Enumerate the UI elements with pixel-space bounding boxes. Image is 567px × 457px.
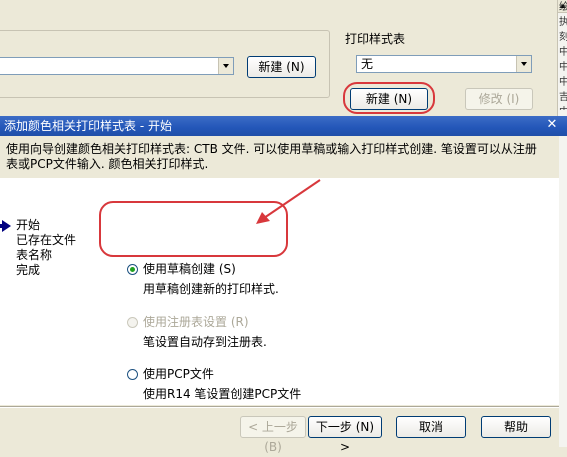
modify-button[interactable]: 修改 (I) xyxy=(465,88,533,110)
step-table-name: 表名称 xyxy=(16,248,53,262)
side-text: 绘执刻中中中吉中 xyxy=(559,0,567,110)
side-char: 中 xyxy=(559,62,567,73)
side-char: 刻 xyxy=(559,32,567,43)
plot-style-label: 打印样式表 xyxy=(345,32,406,46)
cancel-button[interactable]: 取消 xyxy=(396,416,466,438)
next-button[interactable]: 下一步 (N) > xyxy=(308,416,382,454)
background-combo-left[interactable] xyxy=(0,57,234,75)
step-start: 开始 xyxy=(16,218,41,232)
annotation-arrow-icon xyxy=(256,179,321,224)
chevron-down-icon[interactable] xyxy=(516,56,531,72)
close-icon[interactable]: ✕ xyxy=(544,117,560,133)
side-char: 中 xyxy=(559,47,567,58)
option-registry-label[interactable]: 使用注册表设置 (R) xyxy=(143,315,249,329)
side-char: 吉 xyxy=(559,92,567,103)
option-pcp-desc: 使用R14 笔设置创建PCP文件 xyxy=(143,387,302,401)
side-char: 中 xyxy=(559,77,567,88)
current-step-arrow-icon xyxy=(0,220,11,232)
dialog-title: 添加颜色相关打印样式表 - 开始 xyxy=(4,119,172,133)
side-char: 执 xyxy=(559,17,567,28)
annotation-circle-new xyxy=(343,82,435,114)
new-button-left[interactable]: 新建 (N) xyxy=(247,56,316,78)
chevron-down-icon[interactable] xyxy=(218,58,233,74)
help-button[interactable]: 帮助 xyxy=(481,416,551,438)
radio-draft[interactable] xyxy=(127,264,138,275)
button-separator xyxy=(0,406,559,408)
dialog-title-bar[interactable]: 添加颜色相关打印样式表 - 开始 ✕ xyxy=(0,116,567,136)
intro-text: 使用向导创建颜色相关打印样式表: CTB 文件. 可以使用草稿或输入打印样式创建… xyxy=(6,142,537,171)
radio-registry[interactable] xyxy=(127,317,138,328)
step-existing-file: 已存在文件 xyxy=(16,233,77,247)
plot-style-value: 无 xyxy=(361,57,374,71)
radio-pcp[interactable] xyxy=(127,369,138,380)
content-panel: 开始 已存在文件 表名称 完成 使用草稿创建 (S) 用草稿创建新的打印样式. … xyxy=(0,178,559,405)
step-finish: 完成 xyxy=(16,263,41,277)
background-dialog: 新建 (N) 打印样式表 无 新建 (N) 修改 (I) xyxy=(0,0,557,118)
plot-style-combo[interactable]: 无 xyxy=(356,55,532,73)
option-draft-desc: 用草稿创建新的打印样式. xyxy=(143,282,279,296)
option-pcp-label[interactable]: 使用PCP文件 xyxy=(143,367,214,381)
option-draft-label[interactable]: 使用草稿创建 (S) xyxy=(143,262,236,276)
side-char: 绘 xyxy=(559,2,567,13)
dialog-body: 使用向导创建颜色相关打印样式表: CTB 文件. 可以使用草稿或输入打印样式创建… xyxy=(0,136,559,454)
side-char: 中 xyxy=(559,105,567,110)
back-button[interactable]: < 上一步 (B) xyxy=(240,416,306,454)
step-list: 开始 已存在文件 表名称 完成 xyxy=(0,218,77,278)
option-registry-desc: 笔设置自动存到注册表. xyxy=(143,335,267,349)
